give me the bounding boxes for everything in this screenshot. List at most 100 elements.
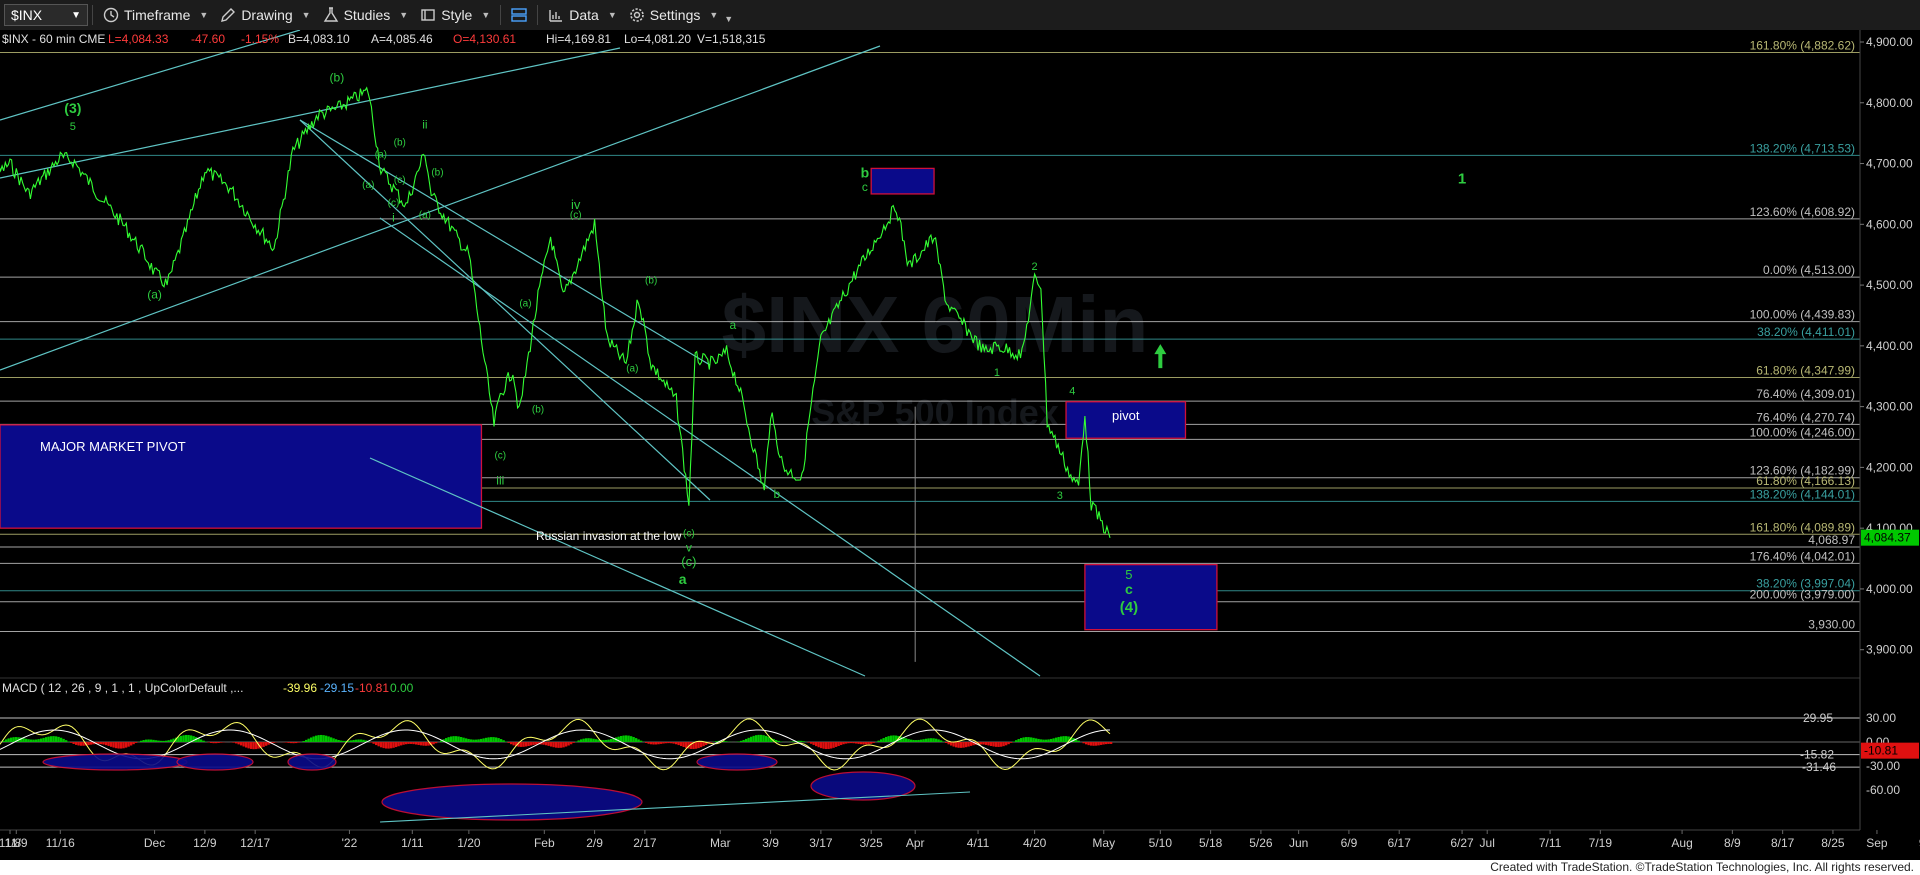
macd-histogram-bar	[1057, 736, 1060, 742]
x-tick-label: 4/20	[1023, 836, 1047, 850]
x-tick-label: 3/9	[762, 836, 779, 850]
x-tick-label: Jul	[1480, 836, 1495, 850]
macd-histogram-bar	[75, 742, 78, 745]
macd-histogram-bar	[932, 738, 935, 742]
macd-histogram-bar	[472, 739, 475, 742]
x-tick-label: '22	[342, 836, 358, 850]
macd-histogram-bar	[757, 734, 760, 742]
settings-button[interactable]: Settings ▼	[623, 3, 725, 27]
chart-area[interactable]: $INX 60Min S&P 500 Index 161.80% (4,882.…	[0, 30, 1920, 860]
macd-histogram-bar	[217, 742, 220, 743]
wave-label: 4	[1069, 385, 1075, 397]
studies-label: Studies	[343, 7, 391, 23]
macd-histogram-bar	[512, 742, 515, 746]
macd-histogram-bar	[940, 740, 943, 742]
macd-histogram-bar	[152, 739, 155, 742]
wave-label: (c)	[570, 210, 582, 221]
macd-histogram-bar	[997, 742, 1000, 747]
macd-histogram-bar	[835, 742, 838, 747]
x-tick-label: 11/9	[5, 836, 28, 850]
macd-histogram-bar	[1060, 736, 1063, 742]
macd-histogram-bar	[105, 742, 108, 746]
macd-histogram-bar	[525, 742, 528, 747]
timeframe-button[interactable]: Timeframe ▼	[97, 3, 214, 27]
data-button[interactable]: Data ▼	[542, 3, 623, 27]
macd-histogram-bar	[995, 742, 998, 747]
macd-histogram-bar	[232, 742, 235, 743]
macd-histogram-bar	[327, 736, 330, 742]
macd-histogram-bar	[435, 742, 438, 744]
macd-histogram-bar	[725, 741, 728, 742]
macd-histogram-bar	[827, 742, 830, 749]
toolbar-overflow-icon[interactable]: ▼	[724, 14, 733, 24]
macd-histogram-bar	[120, 742, 123, 749]
layout-button[interactable]	[505, 3, 533, 27]
x-tick-label: 8/25	[1821, 836, 1845, 850]
macd-histogram-bar	[560, 742, 563, 748]
macd-histogram-bar	[457, 736, 460, 742]
macd-histogram-bar	[667, 742, 670, 744]
macd-histogram-bar	[700, 742, 703, 748]
wave-label: 2	[1032, 261, 1038, 273]
fib-level-label: 61.80% (4,347.99)	[1756, 363, 1855, 377]
macd-histogram-bar	[392, 742, 395, 748]
x-tick-label: 2/17	[633, 836, 657, 850]
macd-histogram-bar	[382, 742, 385, 749]
gear-icon	[629, 8, 644, 22]
macd-histogram-bar	[640, 740, 643, 742]
wave-label: b	[861, 165, 870, 181]
macd-histogram-bar	[982, 742, 985, 745]
wave-label: 5	[70, 121, 76, 133]
price-tick-label: 4,600.00	[1866, 217, 1913, 231]
drawing-button[interactable]: Drawing ▼	[214, 3, 316, 27]
macd-histogram-bar	[245, 742, 248, 748]
price-tick-label: 4,900.00	[1866, 35, 1913, 49]
macd-histogram-bar	[882, 738, 885, 742]
x-tick-label: 7/19	[1589, 836, 1613, 850]
macd-histogram-bar	[1010, 742, 1013, 743]
symbol-selector[interactable]: $INX ▼	[4, 4, 88, 26]
macd-histogram-bar	[247, 742, 250, 749]
macd-histogram-bar	[470, 739, 473, 742]
wave-label: (a)	[519, 298, 531, 309]
macd-histogram-bar	[465, 738, 468, 742]
macd-histogram-bar	[820, 742, 823, 749]
macd-histogram-bar	[627, 735, 630, 742]
wave-label: (c)	[494, 450, 506, 461]
macd-tick-label: 30.00	[1866, 711, 1896, 725]
macd-histogram-bar	[127, 742, 130, 747]
macd-histogram-bar	[305, 739, 308, 742]
macd-histogram-bar	[1110, 742, 1113, 744]
symbol-text: $INX	[11, 7, 43, 23]
macd-histogram-bar	[1037, 738, 1040, 742]
macd-histogram-bar	[1092, 742, 1095, 746]
x-tick-label: 4/11	[967, 836, 990, 850]
style-button[interactable]: Style ▼	[414, 3, 496, 27]
macd-histogram-bar	[122, 742, 125, 749]
macd-histogram-bar	[357, 739, 360, 742]
header-symbol: $INX - 60 min CME	[2, 32, 105, 46]
clock-icon	[103, 7, 119, 23]
macd-histogram-bar	[102, 742, 105, 745]
studies-button[interactable]: Studies ▼	[317, 3, 415, 27]
macd-histogram-bar	[965, 742, 968, 748]
macd-histogram-bar	[497, 738, 500, 742]
macd-histogram-bar	[1002, 742, 1005, 747]
macd-histogram-bar	[762, 735, 765, 742]
macd-histogram-bar	[65, 740, 68, 742]
macd-histogram-bar	[45, 737, 48, 742]
macd-histogram-bar	[27, 739, 30, 742]
x-tick-label: 8/17	[1771, 836, 1795, 850]
macd-histogram-bar	[410, 742, 413, 744]
fib-level-label: 3,930.00	[1808, 617, 1855, 631]
macd-histogram-bar	[272, 742, 275, 743]
macd-histogram-bar	[1030, 737, 1033, 742]
macd-histogram-bar	[132, 742, 135, 745]
macd-histogram-bar	[877, 740, 880, 742]
macd-histogram-bar	[310, 737, 313, 742]
macd-histogram-bar	[797, 740, 800, 742]
macd-histogram-bar	[432, 742, 435, 745]
macd-histogram-bar	[800, 740, 803, 742]
macd-histogram-bar	[315, 735, 318, 742]
macd-histogram-bar	[42, 737, 45, 742]
